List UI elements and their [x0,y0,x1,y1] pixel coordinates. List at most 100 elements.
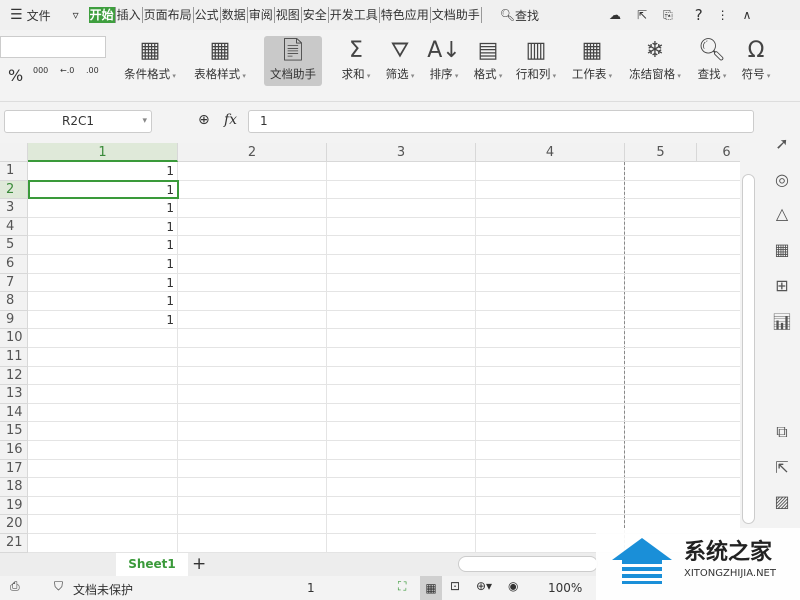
percent-button[interactable]: % [8,66,23,85]
shapes-icon[interactable]: ◎ [770,170,794,189]
apps-icon[interactable]: ⊞ [770,276,794,295]
style-icon[interactable]: △ [770,204,794,223]
cell[interactable]: 1 [28,162,178,181]
share-out-icon[interactable]: ⇱ [770,458,794,477]
collapse-icon[interactable]: ∧ [743,8,752,22]
row-header[interactable]: 2 [0,180,28,200]
freeze-panes-button[interactable]: ❄ 冻结窗格 ▾ [624,36,686,86]
column-header[interactable]: 3 [327,143,476,162]
help-icon[interactable]: ? [695,6,703,24]
cell[interactable]: 1 [28,199,178,218]
number-format-select[interactable] [0,36,106,58]
filter-button[interactable]: ⛛ 筛选 ▾ [380,36,420,86]
menu-tab[interactable]: 页面布局 [143,7,194,23]
reading-mode-icon[interactable]: ⊕▾ [476,579,492,593]
device-icon[interactable]: ⎙ [10,579,20,594]
conditional-format-button[interactable]: ▦ 条件格式 ▾ [118,36,182,86]
decrease-decimal-button[interactable]: .00 [86,66,99,75]
search-icon[interactable]: 🔍︎ [500,8,515,22]
share-icon[interactable]: ⇱ [637,8,647,22]
sheet-tab[interactable]: Sheet1 [116,553,188,576]
add-sheet-button[interactable]: + [192,554,206,574]
menu-tab[interactable]: 开始 [88,7,116,23]
page-break-icon[interactable]: ⊡ [450,579,460,593]
cell[interactable]: 1 [28,255,178,274]
row-header[interactable]: 4 [0,217,28,237]
table-icon[interactable]: ▦ [770,240,794,259]
menu-tab[interactable]: 公式 [194,7,221,23]
column-header[interactable]: 5 [625,143,697,162]
horizontal-scrollbar[interactable] [458,556,598,572]
vertical-scrollbar[interactable] [740,162,757,553]
row-header[interactable]: 6 [0,255,28,274]
row-header[interactable]: 12 [0,366,28,386]
menu-file[interactable]: 文件 [27,7,51,24]
name-box[interactable]: R2C1 ▾ [4,110,152,133]
zoom-formula-icon[interactable]: ⊕ [198,112,210,128]
menu-tab[interactable]: 审阅 [248,7,275,23]
menu-tab[interactable]: 数据 [221,7,248,23]
row-header[interactable]: 21 [0,534,28,553]
fullscreen-icon[interactable]: ⛶ [398,579,406,594]
row-header[interactable]: 16 [0,441,28,460]
cloud-icon[interactable]: ☁ [609,8,621,22]
worksheet-button[interactable]: ▦ 工作表 ▾ [566,36,618,86]
row-header[interactable]: 9 [0,310,28,330]
row-header[interactable]: 18 [0,478,28,497]
pointer-icon[interactable]: ➚ [770,134,794,153]
row-header[interactable]: 17 [0,459,28,479]
row-header[interactable]: 19 [0,496,28,516]
cell[interactable]: 1 [28,292,178,311]
format-button[interactable]: ▤ 格式 ▾ [468,36,508,86]
doc-assistant-button[interactable]: 📄︎ 文档助手 [264,36,322,86]
more-icon[interactable]: ⋮ [717,8,729,22]
cell[interactable]: 1 [28,236,178,255]
column-header[interactable]: 4 [476,143,625,162]
sum-button[interactable]: Σ 求和 ▾ [336,36,376,86]
normal-view-icon[interactable]: ▦ [420,576,442,600]
menu-tab[interactable]: 开发工具 [329,7,380,23]
increase-decimal-button[interactable]: ←.0 [60,66,74,75]
spreadsheet-grid[interactable]: 1 2 3 4 5 6 1 2 3 4 5 6 7 8 9 10 11 12 13 14 15 16 17 18 19 20 21 1… [0,143,740,553]
row-header[interactable]: 20 [0,515,28,534]
hamburger-icon[interactable]: ☰ [10,7,23,23]
thousand-button[interactable]: 000 [33,66,48,75]
find-button[interactable]: 🔍︎ 查找 ▾ [692,36,732,86]
formula-input[interactable]: 1 [248,110,754,133]
cell[interactable]: 1 [28,311,178,330]
row-header[interactable]: 1 [0,162,28,181]
row-header[interactable]: 11 [0,348,28,367]
menu-tab[interactable]: 特色应用 [380,7,431,23]
zoom-level[interactable]: 100% [548,581,582,595]
menu-tab[interactable]: 文档助手 [431,7,482,23]
menu-search[interactable]: 查找 [515,7,539,24]
menu-tab[interactable]: 插入 [116,7,143,23]
chart-icon[interactable]: 📊︎ [770,312,794,331]
row-header[interactable]: 13 [0,385,28,404]
row-header[interactable]: 7 [0,273,28,293]
row-header[interactable]: 14 [0,403,28,423]
symbol-button[interactable]: Ω 符号 ▾ [736,36,776,86]
select-all-corner[interactable] [0,143,28,162]
cell[interactable]: 1 [28,218,178,237]
image-icon[interactable]: ▨ [770,492,794,511]
table-style-button[interactable]: ▦ 表格样式 ▾ [188,36,252,86]
quick-dropdown-icon[interactable]: ▿ [73,8,79,22]
column-header[interactable]: 6 [697,143,740,162]
sort-button[interactable]: A↓ 排序 ▾ [424,36,464,86]
menu-tab[interactable]: 安全 [302,7,329,23]
column-header[interactable]: 2 [178,143,327,162]
eye-protect-icon[interactable]: ◉ [508,579,518,593]
row-header[interactable]: 3 [0,199,28,218]
protect-status[interactable]: 文档未保护 [73,581,133,598]
column-header[interactable]: 1 [28,143,178,162]
menu-tab[interactable]: 视图 [275,7,302,23]
row-header[interactable]: 8 [0,292,28,311]
row-col-button[interactable]: ▥ 行和列 ▾ [512,36,560,86]
row-header[interactable]: 15 [0,422,28,441]
cell[interactable]: 1 [28,274,178,293]
row-header[interactable]: 10 [0,329,28,348]
export-icon[interactable]: ⎘ [663,8,673,23]
row-header[interactable]: 5 [0,236,28,255]
fx-icon[interactable]: fx [224,112,237,128]
